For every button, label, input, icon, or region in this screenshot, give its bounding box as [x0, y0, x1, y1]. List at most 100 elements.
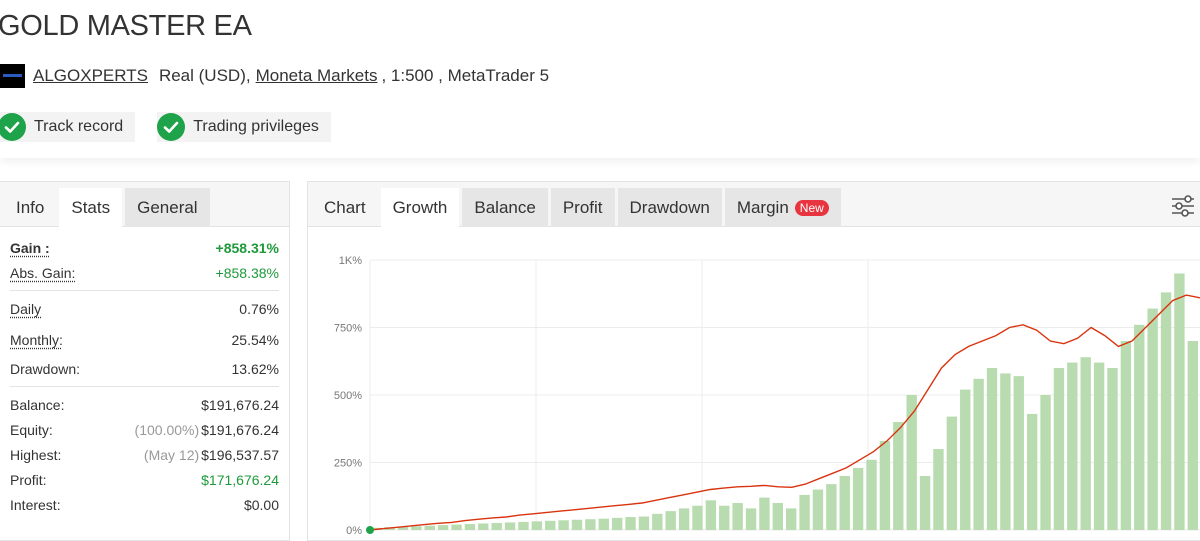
volume-bar: [531, 521, 543, 530]
y-tick-label: 1K%: [339, 255, 362, 267]
volume-bar: [786, 508, 797, 530]
stat-value: 0.76%: [239, 300, 279, 317]
tab-growth[interactable]: Growth: [380, 188, 460, 227]
tab-info[interactable]: Info: [4, 188, 56, 227]
stat-gain: Gain : +858.31%: [10, 235, 279, 260]
volume-bar: [1026, 413, 1038, 530]
volume-bar: [692, 505, 703, 530]
stat-label[interactable]: Daily: [10, 301, 41, 317]
stat-label[interactable]: Abs. Gain:: [10, 265, 75, 281]
tab-profit[interactable]: Profit: [550, 188, 615, 227]
stat-label: Drawdown:: [10, 360, 81, 377]
stat-equity: Equity: (100.00%) $191,676.24: [10, 417, 279, 442]
volume-bar: [437, 525, 449, 530]
volume-bar: [1053, 368, 1065, 530]
volume-bar: [1000, 373, 1011, 530]
tab-chart[interactable]: Chart: [312, 188, 378, 227]
volume-bar: [933, 449, 944, 530]
owner-link[interactable]: ALGOXPERTS: [33, 66, 148, 86]
volume-bar: [411, 526, 422, 530]
volume-bar: [451, 524, 462, 530]
tab-margin[interactable]: Margin New: [724, 188, 841, 227]
volume-bar: [745, 508, 757, 530]
volume-bar: [625, 517, 636, 530]
volume-bar: [678, 508, 690, 530]
badge-track-record: Track record: [0, 112, 136, 142]
broker-link[interactable]: Moneta Markets: [256, 66, 378, 86]
volume-bar: [1040, 395, 1051, 530]
verification-badges: Track record Trading privileges: [0, 112, 331, 142]
growth-chart[interactable]: 0% 250% 500% 750% 1K%: [308, 228, 1200, 538]
volume-bar: [585, 519, 596, 530]
volume-bar: [518, 521, 529, 530]
volume-bar: [799, 494, 810, 530]
volume-bar: [491, 522, 502, 530]
chart-settings-icon[interactable]: [1170, 193, 1196, 224]
y-tick-label: 0%: [346, 525, 362, 537]
volume-bar: [759, 497, 770, 530]
volume-bar: [665, 511, 676, 530]
stat-drawdown: Drawdown: 13.62%: [10, 356, 279, 381]
tab-stats[interactable]: Stats: [59, 188, 123, 227]
volume-bar: [598, 518, 609, 530]
volume-bar: [1187, 341, 1198, 530]
leverage-platform: , 1:500 , MetaTrader 5: [381, 66, 550, 85]
stat-value: $196,537.57: [201, 446, 279, 463]
volume-bar: [719, 505, 730, 530]
volume-bar: [478, 523, 489, 530]
volume-bar: [839, 476, 850, 530]
stat-value: 13.62%: [231, 360, 279, 377]
volume-bar: [946, 416, 958, 530]
y-tick-label: 500%: [334, 390, 362, 402]
volume-bar: [1160, 292, 1172, 530]
volume-bar: [1107, 368, 1118, 530]
stat-label[interactable]: Monthly:: [10, 332, 63, 348]
stat-value: $171,676.24: [201, 471, 279, 488]
stat-daily: Daily 0.76%: [10, 296, 279, 321]
tab-balance[interactable]: Balance: [462, 188, 548, 227]
volume-bar: [705, 500, 717, 530]
volume-bar: [424, 525, 435, 530]
volume-bar: [1147, 308, 1158, 530]
divider: [10, 290, 279, 291]
y-tick-label: 750%: [334, 323, 362, 335]
chart-tabs: Chart Growth Balance Profit Drawdown Mar…: [308, 182, 1200, 227]
stat-value: +858.38%: [215, 264, 279, 281]
volume-bar: [571, 519, 583, 530]
tab-drawdown[interactable]: Drawdown: [617, 188, 722, 227]
stat-profit: Profit: $171,676.24: [10, 467, 279, 492]
volume-bar: [1093, 362, 1105, 530]
stat-monthly: Monthly: 25.54%: [10, 327, 279, 352]
stat-value: $191,676.24: [201, 396, 279, 413]
volume-bar: [919, 476, 931, 530]
volume-bar: [812, 489, 824, 530]
badge-trading-privileges: Trading privileges: [157, 112, 331, 142]
stat-label: Balance:: [10, 396, 65, 413]
account-type: Real (USD),: [158, 66, 251, 85]
stat-value: 25.54%: [231, 331, 279, 348]
volume-bar: [1067, 362, 1078, 530]
stat-balance: Balance: $191,676.24: [10, 392, 279, 417]
badge-label: Track record: [34, 118, 124, 135]
volume-bar: [986, 368, 998, 530]
volume-bar: [826, 484, 837, 530]
stat-label[interactable]: Gain :: [10, 240, 50, 256]
y-tick-label: 250%: [334, 458, 362, 470]
stat-label: Equity:: [10, 421, 53, 438]
stat-interest: Interest: $0.00: [10, 492, 279, 517]
stats-panel: Info Stats General Gain : +858.31% Abs. …: [0, 181, 290, 541]
volume-bar: [973, 378, 984, 530]
check-icon: [0, 113, 26, 141]
volume-bar: [879, 440, 891, 530]
account-header: GOLD MASTER EA ALGOXPERTS Real (USD), Mo…: [0, 0, 1200, 158]
stat-value: +858.31%: [215, 239, 279, 256]
stat-value: $191,676.24: [201, 421, 279, 438]
badge-label: Trading privileges: [193, 118, 319, 135]
tab-margin-label: Margin: [736, 197, 789, 217]
highest-date: (May 12): [143, 446, 200, 463]
volume-bar: [611, 517, 623, 530]
volume-bar: [960, 389, 971, 530]
account-subline: ALGOXPERTS Real (USD), Moneta Markets , …: [0, 64, 549, 88]
tab-general[interactable]: General: [125, 188, 210, 227]
volume-bar: [464, 524, 476, 530]
